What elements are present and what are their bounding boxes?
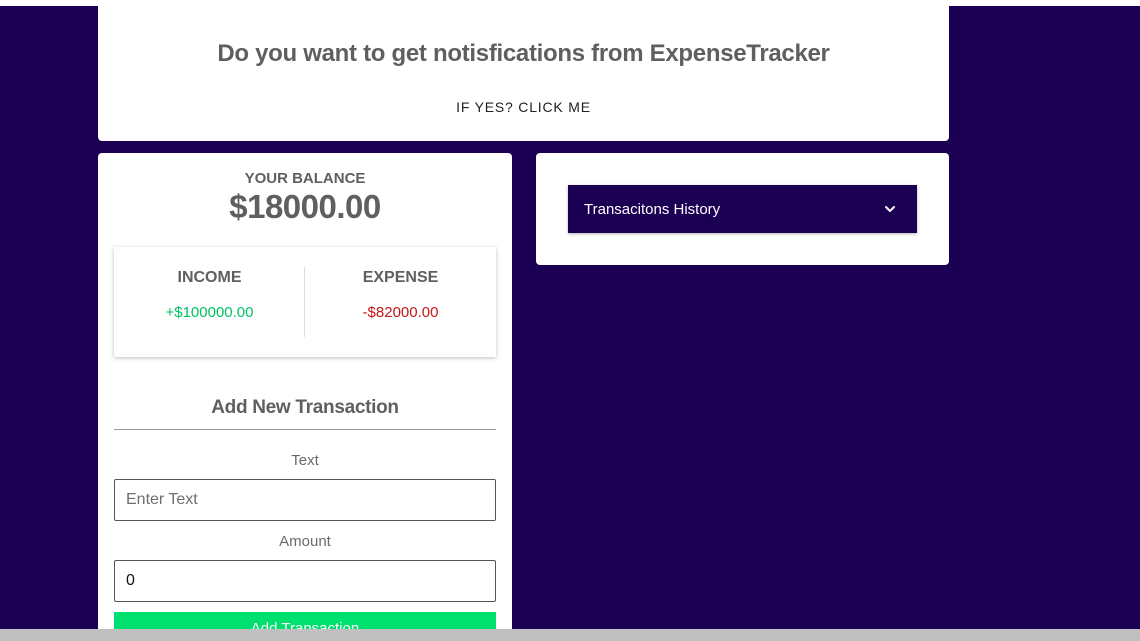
notification-card: Do you want to get notisfications from E… [98,6,949,141]
add-transaction-title: Add New Transaction [211,397,399,418]
income-label: INCOME [177,269,242,286]
amount-field-label: Amount [279,533,331,550]
transaction-history-toggle[interactable]: Transacitons History [568,185,917,233]
history-label: Transacitons History [584,201,721,218]
amount-input[interactable] [114,560,496,602]
notification-opt-in-link[interactable]: IF YES? CLICK ME [98,99,949,115]
balance-label: YOUR BALANCE [244,170,366,187]
expense-value: -$82000.00 [362,304,439,321]
chevron-down-icon [885,206,895,212]
text-input[interactable] [114,479,496,521]
add-transaction-divider [114,429,496,430]
income-column: INCOME +$100000.00 [114,247,305,357]
balance-panel: YOUR BALANCE $18000.00 INCOME +$100000.0… [98,153,512,641]
income-expense-summary: INCOME +$100000.00 EXPENSE -$82000.00 [114,247,496,357]
notification-title: Do you want to get notisfications from E… [217,40,830,67]
horizontal-scrollbar[interactable] [0,629,1140,641]
text-field-label: Text [291,452,319,469]
history-panel: Transacitons History [536,153,949,265]
income-value: +$100000.00 [165,304,254,321]
balance-value: $18000.00 [229,188,381,225]
expense-column: EXPENSE -$82000.00 [305,247,496,357]
expense-label: EXPENSE [362,269,439,286]
